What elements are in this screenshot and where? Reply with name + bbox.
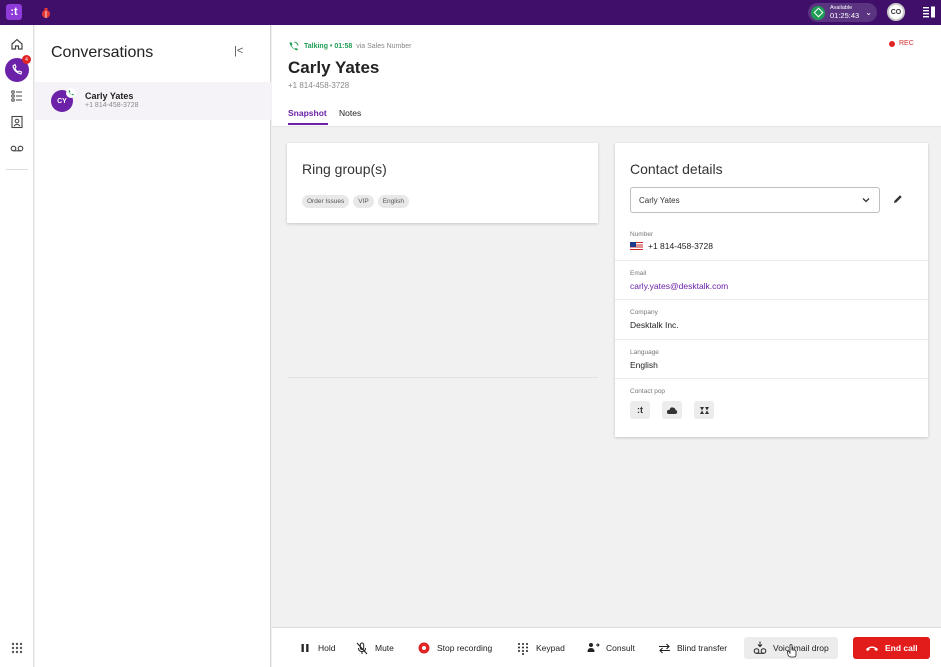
contact-details-card: Contact details Carly Yates Number +1 81… [615, 143, 928, 437]
dialpad-icon [516, 641, 530, 655]
zendesk-icon[interactable] [694, 401, 714, 419]
apps-grid-icon[interactable] [10, 641, 24, 655]
hold-button[interactable]: Hold [298, 637, 335, 659]
mute-button[interactable]: Mute [355, 637, 394, 659]
consult-icon [586, 641, 600, 655]
notification-badge: 4 [22, 55, 31, 64]
conversations-title: Conversations [51, 44, 154, 61]
ring-group-card: Ring group(s) Order Issues VIP English [287, 143, 598, 223]
contact-details-title: Contact details [630, 161, 723, 177]
divider [288, 377, 598, 378]
stop-recording-label: Stop recording [437, 643, 493, 653]
transfer-icon [657, 641, 671, 655]
tag-chip: VIP [353, 195, 374, 208]
hang-up-icon [865, 641, 879, 655]
end-call-label: End call [885, 643, 918, 653]
phone-in-talk-icon [289, 41, 299, 51]
call-detail: Talking • 01:58 via Sales Number REC Car… [272, 25, 941, 627]
blind-transfer-label: Blind transfer [677, 643, 728, 653]
contact-select[interactable]: Carly Yates [630, 187, 880, 213]
end-call-button[interactable]: End call [853, 637, 930, 659]
consult-label: Consult [606, 643, 635, 653]
cloud-icon[interactable] [662, 401, 682, 419]
status-timer: 01:25:43 [830, 10, 860, 20]
nav-rail: 4 [0, 25, 34, 667]
field-company: Company Desktalk Inc. [615, 300, 928, 340]
conversations-panel: Conversations |< CY Carly Yates +1 814-4… [35, 25, 271, 667]
call-via: via Sales Number [356, 43, 412, 50]
bug-report-icon[interactable] [39, 6, 53, 20]
field-number: Number +1 814-458-3728 [615, 221, 928, 261]
blind-transfer-button[interactable]: Blind transfer [657, 637, 727, 659]
field-label: Language [630, 349, 659, 356]
call-controls-bar: Hold Mute Stop recording Keypad Consult … [272, 627, 941, 667]
availability-status-dropdown[interactable]: Available 01:25:43 ⌄ [808, 3, 877, 22]
side-panel-icon[interactable] [922, 5, 936, 19]
voicemail-drop-label: Voicemail drop [773, 643, 829, 653]
edit-pencil-icon[interactable] [892, 193, 904, 205]
field-email: Email carly.yates@desktalk.com [615, 261, 928, 300]
contact-pop-label: Contact pop [630, 388, 666, 395]
mic-off-icon [355, 641, 369, 655]
home-icon[interactable] [6, 33, 28, 55]
rec-label: REC [899, 40, 914, 47]
conversation-number: +1 814-458-3728 [85, 102, 139, 109]
field-language: Language English [615, 340, 928, 379]
collapse-panel-button[interactable]: |< [234, 45, 248, 59]
conversation-name: Carly Yates [85, 91, 134, 101]
chevron-down-icon [862, 198, 870, 203]
available-icon [811, 5, 825, 20]
field-label: Number [630, 231, 654, 238]
conversation-item[interactable]: CY Carly Yates +1 814-458-3728 [35, 82, 271, 120]
tab-snapshot[interactable]: Snapshot [288, 108, 327, 118]
consult-button[interactable]: Consult [586, 637, 635, 659]
hold-label: Hold [318, 643, 336, 653]
field-label: Email [630, 270, 647, 277]
email-link[interactable]: carly.yates@desktalk.com [630, 281, 728, 291]
active-tab-indicator [288, 123, 328, 125]
hand-cursor-icon [787, 644, 797, 658]
user-avatar[interactable]: CO [887, 3, 905, 21]
contacts-icon[interactable] [6, 111, 28, 133]
top-bar: :t Available 01:25:43 ⌄ CO [0, 0, 941, 25]
chevron-down-icon: ⌄ [865, 8, 872, 17]
stop-recording-button[interactable]: Stop recording [417, 637, 492, 659]
contact-pop-icons: :t [630, 401, 714, 419]
app-logo: :t [6, 4, 22, 20]
tag-chip: Order Issues [302, 195, 350, 208]
record-dot-icon [889, 40, 895, 47]
voicemail-drop-icon [753, 641, 767, 655]
pause-icon [298, 641, 312, 655]
active-call-icon [66, 88, 76, 98]
call-header: Talking • 01:58 via Sales Number REC Car… [272, 25, 941, 127]
desktalk-pop-button[interactable]: :t [630, 401, 650, 419]
tab-notes[interactable]: Notes [339, 108, 361, 118]
field-value: Desktalk Inc. [630, 320, 679, 330]
queue-icon[interactable] [6, 85, 28, 107]
keypad-button[interactable]: Keypad [516, 637, 565, 659]
field-value: English [630, 360, 658, 370]
contact-select-value: Carly Yates [639, 196, 680, 205]
keypad-label: Keypad [536, 643, 565, 653]
tag-chip: English [377, 195, 410, 208]
voicemail-icon[interactable] [6, 137, 28, 159]
caller-number: +1 814-458-3728 [288, 81, 350, 90]
ring-group-title: Ring group(s) [302, 161, 387, 177]
ring-group-tags: Order Issues VIP English [302, 195, 410, 208]
field-label: Company [630, 309, 658, 316]
rail-divider [6, 169, 28, 170]
us-flag-icon [630, 242, 643, 250]
call-status: Talking • 01:58 [304, 43, 353, 50]
mute-label: Mute [375, 643, 394, 653]
recording-indicator: REC [889, 40, 914, 47]
field-value: +1 814-458-3728 [648, 241, 713, 251]
stop-record-icon [417, 641, 431, 655]
caller-name: Carly Yates [288, 58, 380, 77]
